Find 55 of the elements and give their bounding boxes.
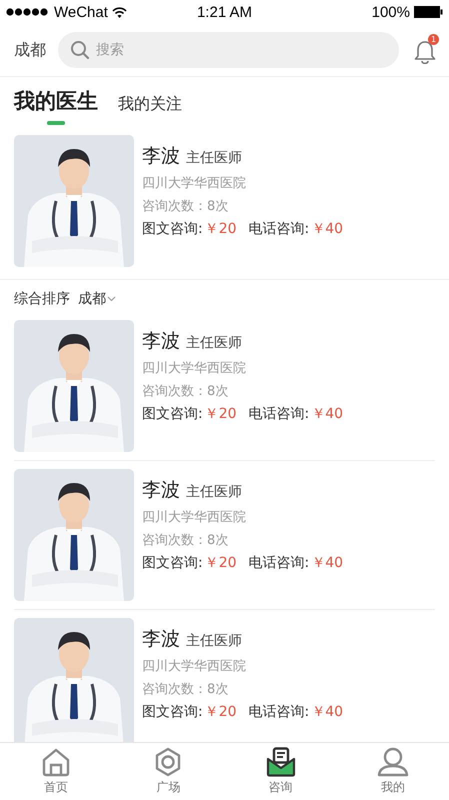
signal-icon [6, 8, 50, 16]
hospital-name: 四川大学华西医院 [142, 658, 247, 675]
hospital-name: 四川大学华西医院 [142, 509, 247, 526]
tab-bar-item[interactable]: 广场 [112, 743, 224, 800]
tab-bar-item[interactable]: 咨询 [224, 743, 337, 800]
status-time: 1:21 AM [196, 4, 252, 20]
phone-consult-price: ￥40 [311, 405, 344, 423]
text-consult-price: ￥20 [204, 220, 237, 238]
notification-badge: 1 [428, 34, 439, 45]
doctor-name: 李波 [142, 478, 180, 503]
doctor-title: 主任医师 [186, 483, 242, 501]
text-consult-label: 图文咨询: [142, 405, 203, 423]
carrier-name: WeChat [54, 4, 108, 20]
chevron-down-icon [107, 296, 116, 302]
phone-consult-price: ￥40 [311, 703, 344, 721]
tab[interactable]: 我的关注 [118, 94, 182, 125]
person-icon [376, 747, 409, 777]
phone-consult-label: 电话咨询: [248, 220, 310, 238]
phone-consult-price: ￥40 [311, 554, 344, 572]
battery-icon [414, 6, 443, 18]
phone-consult-label: 电话咨询: [248, 703, 310, 721]
bell-icon[interactable] [414, 40, 436, 64]
wifi-icon [112, 6, 127, 18]
doctor-name: 李波 [142, 627, 180, 652]
hospital-name: 四川大学华西医院 [142, 360, 247, 377]
consult-count: 咨询次数：8次 [142, 532, 230, 549]
phone-consult-label: 电话咨询: [248, 405, 310, 423]
city-filter[interactable]: 成都 [78, 290, 106, 308]
city-selector[interactable]: 成都 [14, 40, 46, 60]
doctor-name: 李波 [142, 144, 180, 169]
search-icon [70, 40, 90, 60]
text-consult-price: ￥20 [204, 405, 237, 423]
doctor-name: 李波 [142, 329, 180, 354]
text-consult-price: ￥20 [204, 554, 237, 572]
doctor-title: 主任医师 [186, 632, 242, 650]
consult-count: 咨询次数：8次 [142, 383, 230, 400]
phone-consult-label: 电话咨询: [248, 554, 310, 572]
envelope-icon [266, 747, 296, 777]
house-icon [41, 747, 72, 777]
tab-bar-item[interactable]: 我的 [336, 743, 449, 800]
text-consult-label: 图文咨询: [142, 703, 203, 721]
text-consult-label: 图文咨询: [142, 554, 203, 572]
sort-option[interactable]: 综合排序 [14, 290, 70, 308]
doctor-title: 主任医师 [186, 149, 242, 167]
battery-percent: 100% [372, 4, 410, 20]
phone-consult-price: ￥40 [311, 220, 344, 238]
consult-count: 咨询次数：8次 [142, 198, 230, 215]
hospital-name: 四川大学华西医院 [142, 175, 247, 192]
consult-count: 咨询次数：8次 [142, 681, 230, 698]
tab-bar-item[interactable]: 首页 [0, 743, 112, 800]
doctor-title: 主任医师 [186, 334, 242, 352]
tab[interactable]: 我的医生 [14, 87, 98, 125]
text-consult-price: ￥20 [204, 703, 237, 721]
search-field[interactable]: 搜索 [58, 32, 399, 68]
text-consult-label: 图文咨询: [142, 220, 203, 238]
